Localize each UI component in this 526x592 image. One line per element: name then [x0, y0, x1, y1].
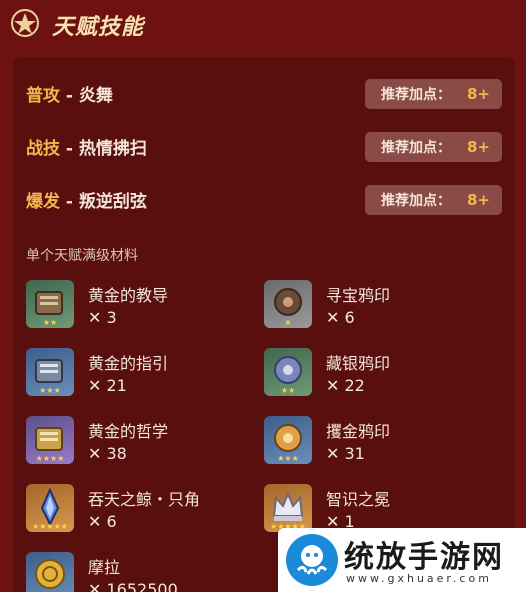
skill-type: 普攻: [26, 86, 60, 106]
materials-title: 单个天赋满级材料: [26, 248, 138, 264]
skill-label: 热情拂扫: [78, 139, 147, 159]
book-purple-icon: ★★★★: [26, 416, 74, 464]
skill-row-elemental-skill: 战技 - 热情拂扫 推荐加点： 8+: [26, 132, 506, 162]
book-blue-icon: ★★★: [26, 348, 74, 396]
recommend-label: 推荐加点：: [381, 87, 451, 103]
material-name: 藏银鸦印: [326, 354, 391, 373]
skill-row-elemental-burst: 爆发 - 叛逆刮弦 推荐加点： 8+: [26, 185, 506, 215]
rarity-stars: ★★★: [39, 386, 61, 395]
skill-type: 战技: [26, 139, 60, 159]
rarity-stars: ★★: [42, 318, 58, 327]
material-item[interactable]: ★★ 藏银鸦印 ✕ 22: [264, 348, 504, 398]
crown-icon: ★★★★★: [264, 484, 312, 532]
skill-name: 爆发 - 叛逆刮弦: [26, 187, 147, 212]
book-green-icon: ★★: [26, 280, 74, 328]
skill-label: 炎舞: [78, 86, 113, 106]
material-count: ✕ 3: [88, 308, 117, 327]
talent-icon: [11, 9, 39, 37]
crow-insignia-icon: ★★: [264, 348, 312, 396]
skill-label: 叛逆刮弦: [78, 192, 147, 212]
crow-insignia-icon: ★★★: [264, 416, 312, 464]
material-item[interactable]: ★ 寻宝鸦印 ✕ 6: [264, 280, 504, 330]
watermark-url: www.gxhuaer.com: [346, 572, 492, 585]
material-name: 黄金的指引: [88, 354, 169, 373]
skill-name: 战技 - 热情拂扫: [26, 134, 147, 159]
skill-separator: -: [60, 86, 79, 106]
skill-row-normal-attack: 普攻 - 炎舞 推荐加点： 8+: [26, 79, 506, 109]
material-item[interactable]: ★★ 黄金的教导 ✕ 3: [26, 280, 266, 330]
octopus-logo-icon: [286, 534, 338, 586]
skill-type: 爆发: [26, 192, 60, 212]
section-header: 天赋技能: [0, 0, 526, 52]
material-name: 黄金的哲学: [88, 422, 169, 441]
watermark: 统放手游网 www.gxhuaer.com: [278, 528, 526, 592]
rarity-stars: ★: [284, 318, 292, 327]
recommend-label: 推荐加点：: [381, 140, 451, 156]
material-name: 攫金鸦印: [326, 422, 391, 441]
watermark-title: 统放手游网: [344, 540, 504, 575]
material-name: 黄金的教导: [88, 286, 169, 305]
recommend-badge: 推荐加点： 8+: [365, 185, 502, 215]
recommend-value: 8+: [467, 138, 491, 156]
material-name: 寻宝鸦印: [326, 286, 391, 305]
material-count: ✕ 31: [326, 444, 365, 463]
skill-name: 普攻 - 炎舞: [26, 81, 113, 106]
material-count: ✕ 21: [88, 376, 127, 395]
material-item[interactable]: 摩拉 ✕ 1652500: [26, 552, 266, 592]
material-name: 摩拉: [88, 558, 121, 577]
rarity-stars: ★★★★: [35, 454, 65, 463]
material-item[interactable]: ★★★ 攫金鸦印 ✕ 31: [264, 416, 504, 466]
recommend-badge: 推荐加点： 8+: [365, 79, 502, 109]
material-count: ✕ 6: [326, 308, 355, 327]
material-item[interactable]: ★★★★ 黄金的哲学 ✕ 38: [26, 416, 266, 466]
material-item[interactable]: ★★★ 黄金的指引 ✕ 21: [26, 348, 266, 398]
material-name: 智识之冕: [326, 490, 391, 509]
page-title: 天赋技能: [52, 15, 145, 40]
rarity-stars: ★★: [280, 386, 296, 395]
rarity-stars: ★★★★★: [32, 522, 68, 531]
material-name: 吞天之鲸・只角: [88, 490, 201, 509]
recommend-value: 8+: [467, 191, 491, 209]
material-item[interactable]: ★★★★★ 智识之冕 ✕ 1: [264, 484, 504, 534]
rarity-stars: ★★★: [277, 454, 299, 463]
recommend-value: 8+: [467, 85, 491, 103]
skill-separator: -: [60, 192, 79, 212]
skill-separator: -: [60, 139, 79, 159]
material-item[interactable]: ★★★★★ 吞天之鲸・只角 ✕ 6: [26, 484, 266, 534]
material-count: ✕ 1652500: [88, 580, 178, 592]
material-count: ✕ 22: [326, 376, 365, 395]
material-count: ✕ 6: [88, 512, 117, 531]
material-count: ✕ 38: [88, 444, 127, 463]
mora-coin-icon: [26, 552, 74, 592]
whale-horn-icon: ★★★★★: [26, 484, 74, 532]
recommend-label: 推荐加点：: [381, 193, 451, 209]
recommend-badge: 推荐加点： 8+: [365, 132, 502, 162]
crow-insignia-icon: ★: [264, 280, 312, 328]
